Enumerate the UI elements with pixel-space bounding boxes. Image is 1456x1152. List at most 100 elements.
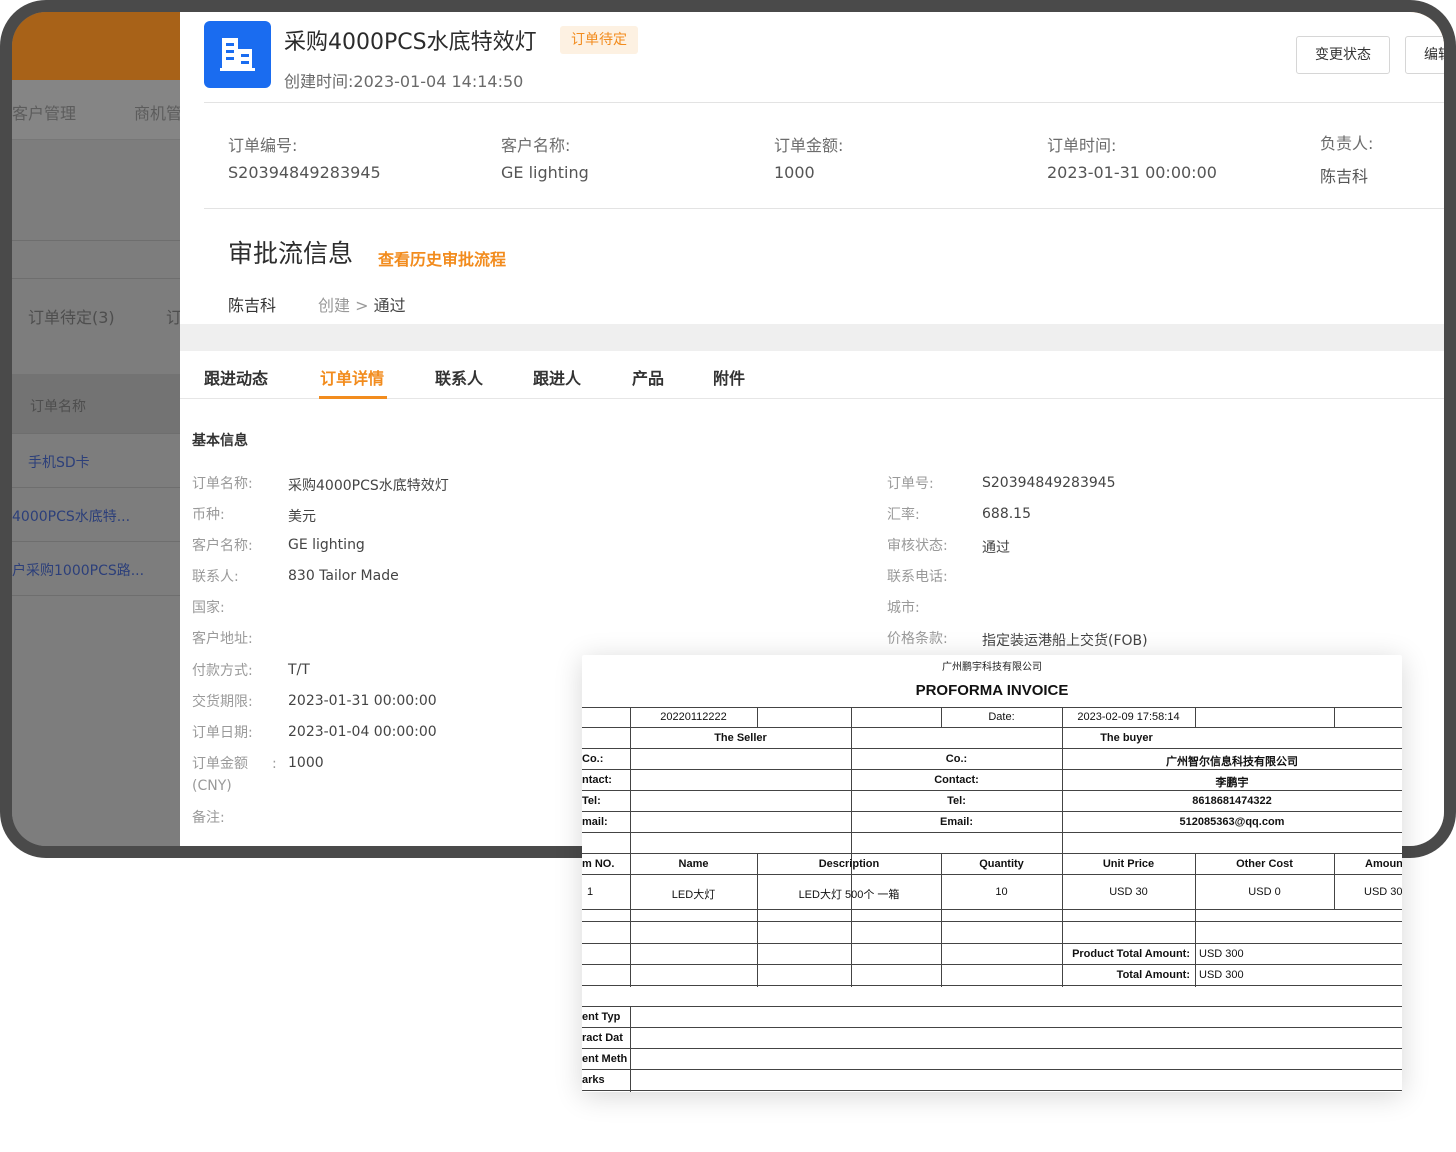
divider bbox=[204, 102, 1444, 103]
table-row-link[interactable]: 户采购1000PCS路... bbox=[12, 560, 144, 580]
summary-label-amount: 订单金额: bbox=[774, 136, 844, 155]
buyer-label-tel: Tel: bbox=[947, 795, 966, 807]
table-row-link[interactable]: 手机SD卡 bbox=[28, 452, 90, 472]
created-label: 创建时间: bbox=[284, 72, 354, 91]
item-header-other-cost: Other Cost bbox=[1236, 858, 1293, 870]
field-label-payment-method: 付款方式: bbox=[192, 663, 253, 679]
table-rule bbox=[1062, 707, 1063, 987]
tab-contacts[interactable]: 联系人 bbox=[435, 365, 483, 389]
invoice-number: 20220112222 bbox=[660, 711, 727, 723]
field-label-review-status: 审核状态: bbox=[887, 538, 948, 554]
approval-history-link[interactable]: 查看历史审批流程 bbox=[378, 246, 506, 270]
field-value-payment-method: T/T bbox=[288, 662, 310, 678]
nav-opportunity-management[interactable]: 商机管 bbox=[134, 100, 182, 124]
approval-flow: 创建 > 通过 bbox=[318, 292, 406, 316]
table-rule bbox=[851, 707, 852, 987]
summary-label-order-no: 订单编号: bbox=[228, 136, 298, 155]
field-label-order-amount-currency: (CNY) bbox=[192, 778, 232, 794]
edit-button[interactable]: 编辑 bbox=[1405, 36, 1444, 74]
field-label-exchange-rate: 汇率: bbox=[887, 507, 920, 523]
field-label-price-terms: 价格条款: bbox=[887, 631, 948, 647]
order-logo bbox=[204, 21, 271, 88]
table-rule bbox=[582, 769, 1402, 770]
seller-label-tel: Tel: bbox=[582, 795, 601, 807]
table-rule bbox=[941, 853, 942, 987]
field-label-delivery-deadline: 交货期限: bbox=[192, 694, 253, 710]
table-rule bbox=[582, 943, 1402, 944]
table-rule bbox=[582, 853, 1402, 854]
table-rule bbox=[1195, 943, 1196, 987]
detail-tabs: 跟进动态 订单详情 联系人 跟进人 产品 附件 bbox=[180, 351, 1444, 399]
field-label-order-number: 订单号: bbox=[887, 476, 934, 492]
approval-step-from: 创建 bbox=[318, 296, 351, 315]
status-tab-pending[interactable]: 订单待定(3) bbox=[28, 304, 115, 328]
tab-order-details[interactable]: 订单详情 bbox=[320, 365, 384, 389]
tab-products[interactable]: 产品 bbox=[632, 365, 664, 389]
tab-followers[interactable]: 跟进人 bbox=[533, 365, 581, 389]
tab-follow-up-activity[interactable]: 跟进动态 bbox=[204, 365, 268, 389]
item-name: LED大灯 bbox=[671, 889, 716, 901]
invoice-date-value: 2023-02-09 17:58:14 bbox=[1077, 711, 1180, 723]
seller-label-co: Co.: bbox=[582, 753, 604, 765]
field-value-order-date: 2023-01-04 00:00:00 bbox=[288, 724, 437, 740]
summary-value-order-time: 2023-01-31 00:00:00 bbox=[1047, 163, 1217, 182]
field-label-phone: 联系电话: bbox=[887, 569, 948, 585]
table-rule bbox=[630, 707, 631, 987]
buyer-value-email: 512085363@qq.com bbox=[1179, 816, 1285, 828]
summary-value-owner: 陈吉科 bbox=[1320, 167, 1369, 186]
active-tab-indicator bbox=[319, 396, 387, 399]
table-rule bbox=[582, 985, 1402, 986]
change-status-button[interactable]: 变更状态 bbox=[1296, 36, 1390, 74]
approval-title: 审批流信息 bbox=[228, 239, 354, 268]
field-label-currency: 币种: bbox=[192, 507, 225, 523]
buyer-value-contact: 李鹏宇 bbox=[1215, 777, 1249, 789]
field-label-colon: : bbox=[272, 756, 277, 772]
table-rule bbox=[582, 832, 1402, 833]
table-rule bbox=[582, 964, 1402, 965]
seller-header: The Seller bbox=[714, 732, 767, 744]
table-rule bbox=[1334, 853, 1335, 909]
buyer-value-tel: 8618681474322 bbox=[1192, 795, 1272, 807]
tab-attachments[interactable]: 附件 bbox=[713, 365, 745, 389]
item-no: 1 bbox=[587, 886, 594, 898]
field-value-order-name: 采购4000PCS水底特效灯 bbox=[288, 478, 449, 494]
item-header-quantity: Quantity bbox=[979, 858, 1024, 870]
summary-value-amount: 1000 bbox=[774, 163, 815, 182]
field-label-contact: 联系人: bbox=[192, 569, 239, 585]
summary-value-customer: GE lighting bbox=[501, 163, 589, 182]
approval-separator: > bbox=[355, 296, 369, 315]
total-amount-value: USD 300 bbox=[1199, 969, 1244, 981]
field-value-delivery-deadline: 2023-01-31 00:00:00 bbox=[288, 693, 437, 709]
invoice-company: 广州鹏宇科技有限公司 bbox=[942, 662, 1042, 673]
field-label-customer: 客户名称: bbox=[192, 538, 253, 554]
footer-label-remarks: arks bbox=[582, 1074, 605, 1086]
nav-customer-management[interactable]: 客户管理 bbox=[12, 100, 76, 124]
field-label-remarks: 备注: bbox=[192, 810, 225, 826]
table-rule bbox=[582, 707, 1402, 708]
footer-label-contract-date: ract Dat bbox=[582, 1032, 623, 1044]
item-quantity: 10 bbox=[995, 886, 1008, 898]
basic-info-title: 基本信息 bbox=[192, 433, 248, 449]
table-row-link[interactable]: 4000PCS水底特... bbox=[12, 506, 130, 526]
field-value-price-terms: 指定装运港船上交货(FOB) bbox=[982, 633, 1148, 649]
approval-step-to: 通过 bbox=[373, 296, 406, 315]
table-rule bbox=[582, 1090, 1402, 1091]
item-amount: USD 30 bbox=[1364, 886, 1402, 898]
table-rule bbox=[582, 1006, 1402, 1007]
seller-label-contact: ntact: bbox=[582, 774, 612, 786]
table-rule bbox=[582, 1048, 1402, 1049]
footer-label-payment-type: ent Typ bbox=[582, 1011, 621, 1023]
buyer-label-co: Co.: bbox=[945, 753, 968, 765]
field-label-order-amount: 订单金额 bbox=[192, 756, 248, 772]
field-label-order-name: 订单名称: bbox=[192, 476, 253, 492]
table-rule bbox=[757, 853, 758, 987]
field-value-contact: 830 Tailor Made bbox=[288, 568, 399, 584]
summary-value-order-no: S20394849283945 bbox=[228, 163, 381, 182]
summary-label-owner: 负责人: bbox=[1320, 134, 1374, 153]
item-other-cost: USD 0 bbox=[1248, 886, 1281, 898]
footer-label-payment-method: ent Meth bbox=[582, 1053, 628, 1065]
seller-label-email: mail: bbox=[582, 816, 608, 828]
item-header-description: Description bbox=[818, 858, 880, 870]
product-total-label: Product Total Amount: bbox=[1072, 948, 1190, 960]
buyer-value-co: 广州智尔信息科技有限公司 bbox=[1166, 756, 1298, 768]
